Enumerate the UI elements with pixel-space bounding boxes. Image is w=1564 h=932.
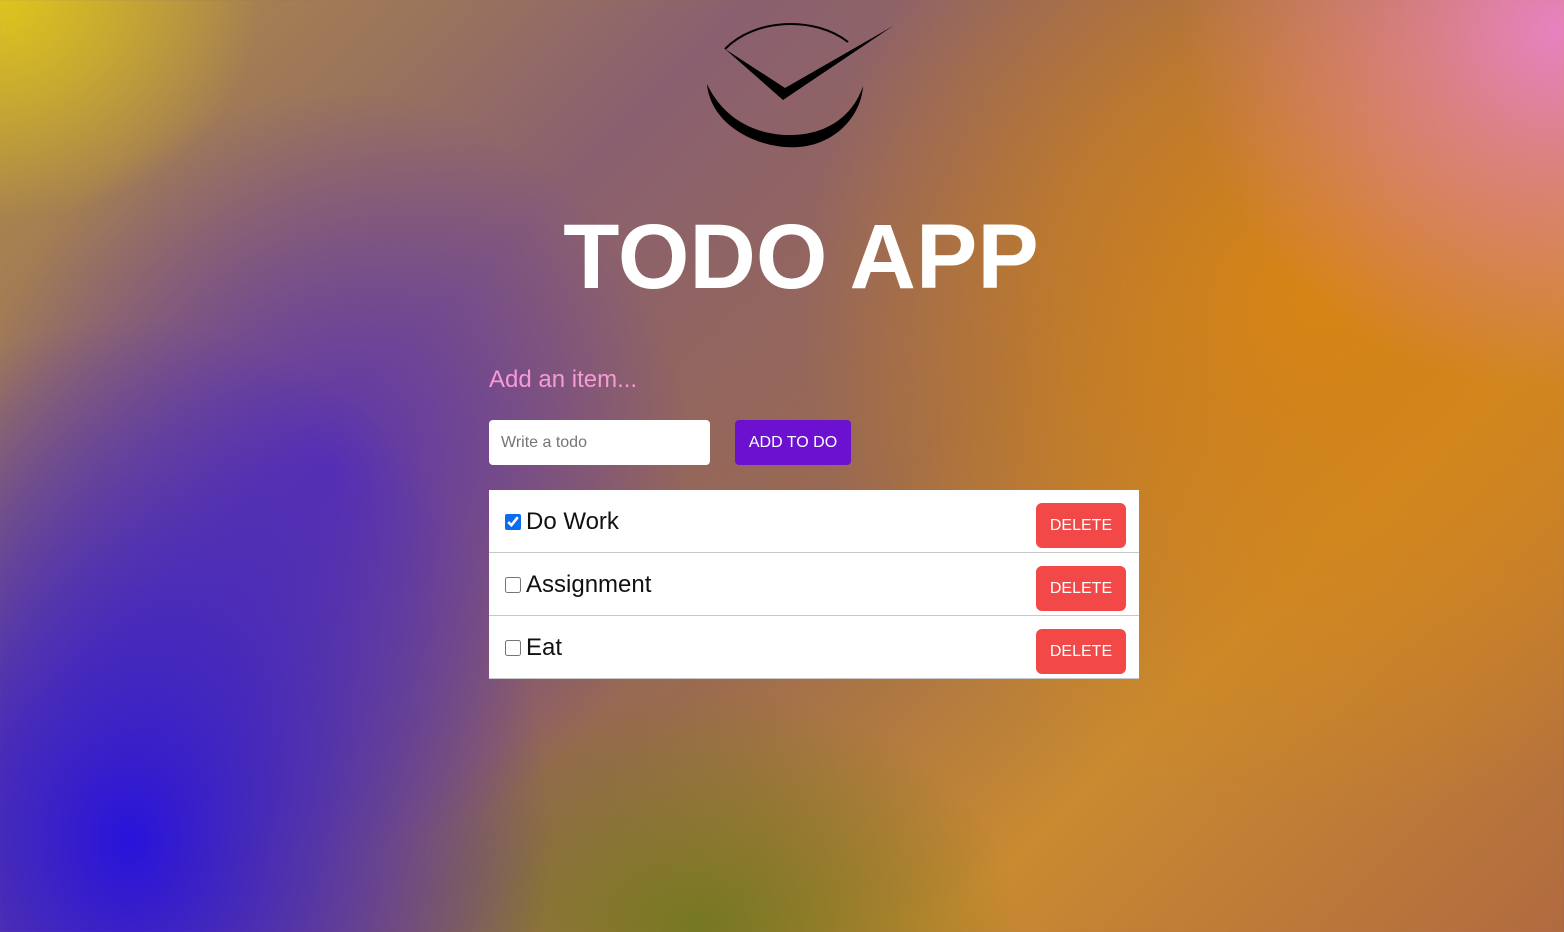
add-todo-button[interactable]: ADD TO DO	[735, 420, 851, 465]
todo-input[interactable]	[489, 420, 710, 465]
todo-label: Do Work	[526, 508, 619, 535]
todo-item: Eat DELETE	[489, 616, 1139, 679]
todo-label: Assignment	[526, 571, 652, 598]
delete-button[interactable]: DELETE	[1036, 503, 1126, 548]
todo-list: Do Work DELETE Assignment DELETE Eat DEL…	[489, 490, 1139, 679]
todo-checkbox[interactable]	[505, 640, 521, 656]
todo-item: Assignment DELETE	[489, 553, 1139, 616]
todo-checkbox[interactable]	[505, 514, 521, 530]
delete-button[interactable]: DELETE	[1036, 629, 1126, 674]
todo-label: Eat	[526, 634, 563, 661]
page-title: TODO APP	[563, 206, 1039, 308]
todo-item: Do Work DELETE	[489, 490, 1139, 553]
check-clock-logo-icon	[707, 22, 893, 148]
todo-checkbox[interactable]	[505, 577, 521, 593]
add-item-heading: Add an item...	[489, 366, 638, 393]
delete-button[interactable]: DELETE	[1036, 566, 1126, 611]
